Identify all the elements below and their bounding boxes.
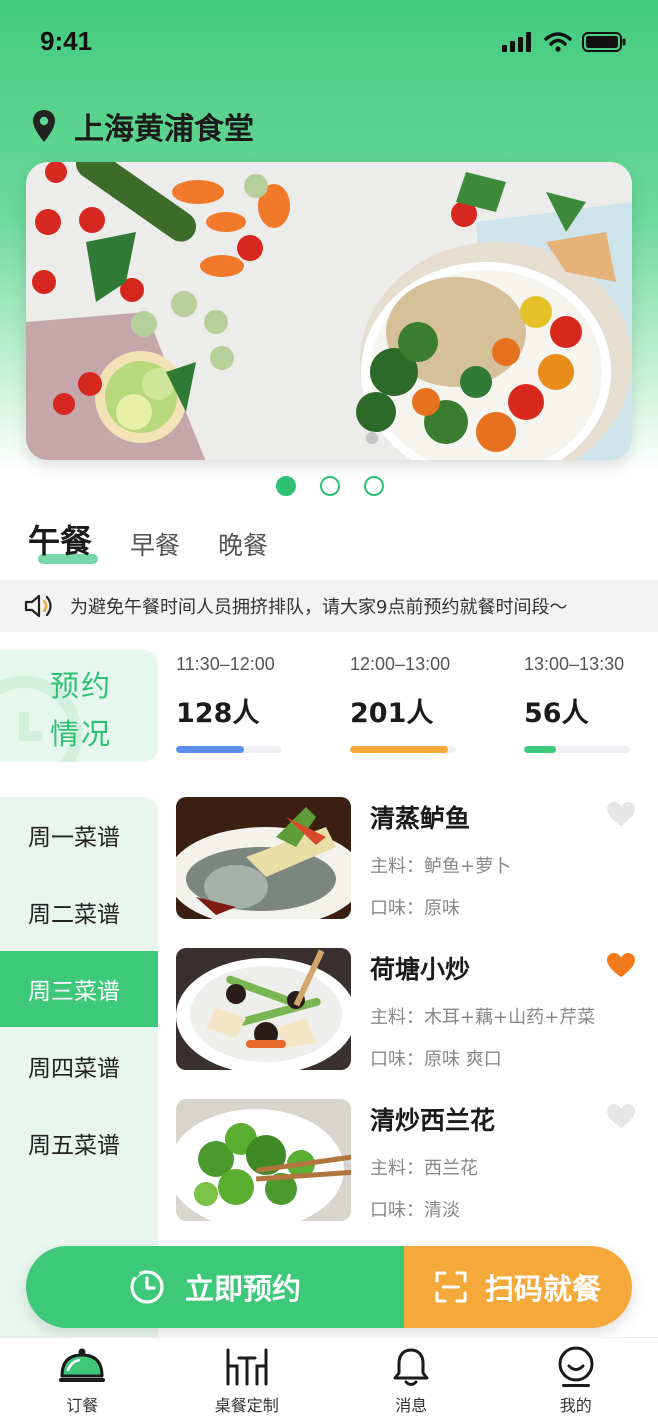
dish-taste: 口味：原味 爽口 bbox=[370, 1049, 502, 1070]
dish-ingredients: 主料：木耳+藕+山药+芹菜 bbox=[370, 1007, 596, 1028]
tab-messages-label: 消息 bbox=[395, 1396, 428, 1415]
dish-item[interactable]: 荷塘小炒 主料：木耳+藕+山药+芹菜 口味：原味 爽口 bbox=[176, 948, 636, 1072]
dish-taste: 口味：原味 bbox=[370, 898, 460, 919]
location-selector[interactable]: 上海黄浦食堂 bbox=[32, 104, 254, 148]
tab-order-label: 订餐 bbox=[66, 1396, 99, 1415]
dish-taste: 口味：清淡 bbox=[370, 1200, 460, 1221]
booking-title: 预约情况 bbox=[49, 669, 112, 751]
location-name: 上海黄浦食堂 bbox=[74, 112, 254, 147]
tab-lunch[interactable]: 午餐 bbox=[28, 516, 99, 564]
slot-time: 11:30–12:00 bbox=[176, 654, 275, 674]
tab-profile[interactable]: 我的 bbox=[494, 1338, 658, 1425]
dish-image-lotus-stirfry bbox=[176, 948, 351, 1070]
slot-time: 13:00–13:30 bbox=[524, 654, 625, 674]
slot-progress bbox=[350, 746, 456, 753]
dish-image-broccoli bbox=[176, 1099, 351, 1221]
tab-dinner[interactable]: 晚餐 bbox=[218, 526, 268, 562]
dish-ingredients: 主料：西兰花 bbox=[370, 1158, 478, 1179]
status-bar: 9:41 bbox=[0, 0, 658, 88]
dish-name: 清蒸鲈鱼 bbox=[370, 804, 471, 833]
speaker-icon bbox=[24, 594, 52, 618]
reserve-now-label: 立即预约 bbox=[184, 1272, 301, 1306]
menu-day-monday[interactable]: 周一菜谱 bbox=[0, 797, 158, 873]
dish-image-steamed-fish bbox=[176, 797, 351, 919]
cloche-icon bbox=[59, 1348, 106, 1382]
slot-progress-fill bbox=[350, 746, 448, 753]
dish-name: 荷塘小炒 bbox=[370, 955, 471, 984]
carousel-indicator bbox=[276, 476, 384, 496]
menu-day-thursday[interactable]: 周四菜谱 bbox=[0, 1028, 158, 1104]
status-time: 9:41 bbox=[40, 26, 93, 56]
notice-bar: 为避免午餐时间人员拥挤排队，请大家9点前预约就餐时间段～ bbox=[0, 580, 658, 632]
notice-text: 为避免午餐时间人员拥挤排队，请大家9点前预约就餐时间段～ bbox=[70, 597, 568, 618]
menu-day-friday[interactable]: 周五菜谱 bbox=[0, 1105, 158, 1181]
dish-item[interactable]: 清炒西兰花 主料：西兰花 口味：清淡 bbox=[176, 1099, 636, 1223]
banner-carousel[interactable] bbox=[26, 162, 632, 460]
location-pin-icon bbox=[33, 110, 55, 142]
table-dining-icon bbox=[226, 1348, 268, 1386]
slot-progress-fill bbox=[176, 746, 244, 753]
time-slot[interactable]: 12:00–13:00 201人 bbox=[350, 654, 490, 753]
action-bar: 立即预约 扫码就餐 bbox=[26, 1246, 632, 1328]
menu-day-wednesday[interactable]: 周三菜谱 bbox=[0, 951, 158, 1027]
time-slot[interactable]: 11:30–12:00 128人 bbox=[176, 654, 316, 753]
reserve-now-button[interactable]: 立即预约 bbox=[26, 1246, 404, 1328]
favorite-heart-icon[interactable] bbox=[606, 952, 636, 978]
carousel-dot[interactable] bbox=[276, 476, 296, 496]
favorite-heart-icon[interactable] bbox=[606, 1103, 636, 1129]
bell-icon bbox=[393, 1348, 429, 1386]
scan-to-dine-label: 扫码就餐 bbox=[484, 1272, 601, 1306]
profile-icon bbox=[558, 1346, 594, 1387]
tab-table-custom[interactable]: 桌餐定制 bbox=[165, 1338, 330, 1425]
tab-breakfast[interactable]: 早餐 bbox=[130, 526, 180, 562]
tab-messages[interactable]: 消息 bbox=[329, 1338, 494, 1425]
slot-count: 56人 bbox=[524, 698, 589, 729]
clock-icon bbox=[130, 1270, 164, 1304]
carousel-dot[interactable] bbox=[364, 476, 384, 496]
dish-item[interactable]: 清蒸鲈鱼 主料：鲈鱼+萝卜 口味：原味 bbox=[176, 797, 636, 921]
dish-name: 清炒西兰花 bbox=[370, 1106, 496, 1135]
slot-time: 12:00–13:00 bbox=[350, 654, 451, 674]
tab-table-custom-label: 桌餐定制 bbox=[214, 1396, 279, 1415]
slot-progress bbox=[524, 746, 630, 753]
meal-tabs: 午餐 早餐 晚餐 bbox=[28, 516, 268, 564]
slot-progress bbox=[176, 746, 282, 753]
signal-icon bbox=[502, 32, 531, 52]
dish-ingredients: 主料：鲈鱼+萝卜 bbox=[370, 856, 512, 877]
status-icons bbox=[502, 32, 626, 52]
time-slot[interactable]: 13:00–13:30 56人 bbox=[524, 654, 658, 753]
tab-profile-label: 我的 bbox=[559, 1396, 592, 1415]
scan-icon bbox=[435, 1271, 467, 1303]
slot-count: 128人 bbox=[176, 698, 260, 729]
bottom-tab-bar: 订餐 桌餐定制 消息 我的 bbox=[0, 1337, 658, 1425]
tab-order[interactable]: 订餐 bbox=[0, 1338, 165, 1425]
battery-icon bbox=[582, 32, 626, 52]
scan-to-dine-button[interactable]: 扫码就餐 bbox=[404, 1246, 632, 1328]
favorite-heart-icon[interactable] bbox=[606, 801, 636, 827]
slot-progress-fill bbox=[524, 746, 556, 753]
menu-day-tuesday[interactable]: 周二菜谱 bbox=[0, 874, 158, 950]
wifi-icon bbox=[544, 32, 572, 52]
carousel-dot[interactable] bbox=[320, 476, 340, 496]
banner-food-image bbox=[26, 162, 632, 460]
booking-status-card: 预约情况 bbox=[0, 650, 158, 762]
slot-count: 201人 bbox=[350, 698, 434, 729]
